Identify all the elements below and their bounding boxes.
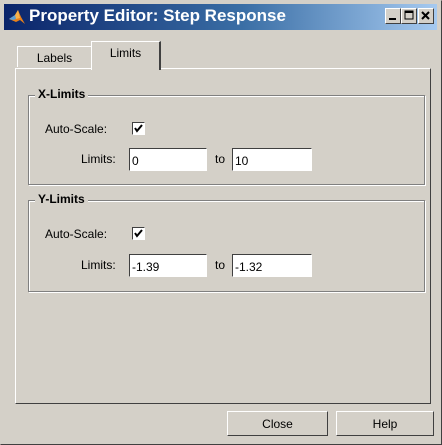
maximize-button[interactable] xyxy=(401,8,417,24)
matlab-logo-icon xyxy=(8,8,26,26)
maximize-icon xyxy=(404,10,414,20)
y-limits-title: Y-Limits xyxy=(35,192,88,206)
minimize-icon xyxy=(389,18,396,20)
x-to-label: to xyxy=(215,152,226,166)
y-max-field[interactable] xyxy=(232,254,312,277)
tab-labels[interactable]: Labels xyxy=(17,46,92,67)
help-button[interactable]: Help xyxy=(336,411,434,436)
close-button[interactable]: Close xyxy=(227,411,328,436)
y-limits-label: Limits: xyxy=(81,258,116,272)
checkmark-icon xyxy=(134,124,143,133)
x-limits-title: X-Limits xyxy=(35,87,89,101)
x-limits-label: Limits: xyxy=(81,152,116,166)
y-min-field[interactable] xyxy=(129,254,207,277)
property-editor-window: Property Editor: Step Response Labels Li… xyxy=(0,0,442,445)
tab-limits-text: Limits xyxy=(109,46,142,60)
minimize-button[interactable] xyxy=(385,8,401,24)
close-window-button[interactable] xyxy=(418,8,434,24)
y-autoscale-checkbox[interactable] xyxy=(132,227,145,240)
tab-labels-text: Labels xyxy=(36,51,73,65)
x-autoscale-label: Auto-Scale: xyxy=(45,122,108,136)
x-autoscale-checkbox[interactable] xyxy=(132,122,145,135)
y-limits-group: Y-Limits xyxy=(28,192,425,292)
close-icon xyxy=(421,11,430,20)
y-autoscale-label: Auto-Scale: xyxy=(45,227,108,241)
y-to-label: to xyxy=(215,258,226,272)
checkmark-icon xyxy=(134,229,143,238)
help-button-label: Help xyxy=(372,417,398,431)
window-title: Property Editor: Step Response xyxy=(29,6,286,25)
title-bar[interactable]: Property Editor: Step Response xyxy=(4,4,437,30)
x-min-field[interactable] xyxy=(129,148,207,171)
close-button-label: Close xyxy=(262,417,293,431)
x-limits-group: X-Limits xyxy=(28,87,425,185)
x-max-field[interactable] xyxy=(232,148,312,171)
tab-limits[interactable]: Limits xyxy=(91,41,161,70)
